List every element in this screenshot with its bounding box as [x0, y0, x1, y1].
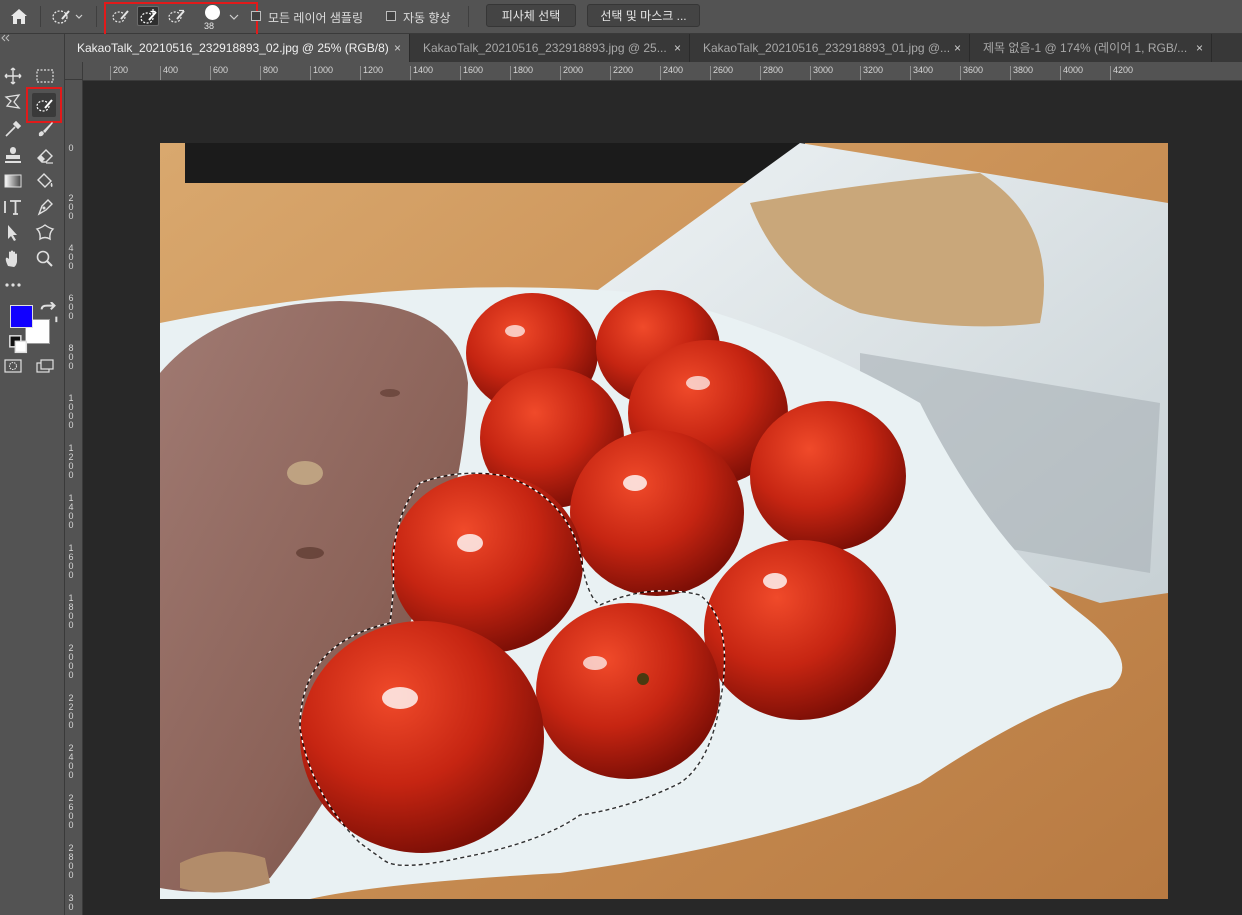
- move-tool-icon[interactable]: [2, 65, 24, 87]
- ruler-tick-label: 4000: [1060, 66, 1083, 80]
- ruler-tick-label: 4200: [1110, 66, 1133, 80]
- ruler-tick-label: 1200: [68, 443, 74, 480]
- tools-panel: [0, 34, 65, 915]
- quick-mask-icon[interactable]: [2, 355, 24, 377]
- tab-label: 제목 없음-1 @ 174% (레이어 1, RGB/...: [983, 41, 1188, 55]
- ruler-tick-label: 1600: [68, 543, 74, 580]
- gradient-tool-icon[interactable]: [2, 170, 24, 192]
- ruler-tick-label: 1400: [68, 493, 74, 530]
- annotation-highlight-box: [104, 2, 258, 37]
- ruler-tick-label: 1600: [460, 66, 483, 80]
- clone-stamp-tool-icon[interactable]: [2, 144, 24, 166]
- document-image[interactable]: [160, 143, 1168, 899]
- tab-label: KakaoTalk_20210516_232918893_02.jpg @ 25…: [77, 41, 389, 55]
- photo-content: [160, 143, 1168, 899]
- ruler-tick-label: 1000: [310, 66, 333, 80]
- brush-tool-icon[interactable]: [34, 118, 56, 140]
- hand-tool-icon[interactable]: [2, 248, 24, 270]
- ruler-tick-label: 3200: [860, 66, 883, 80]
- ruler-tick-label: 2600: [710, 66, 733, 80]
- horizontal-ruler[interactable]: 200 400 600 800 1000 1200 1400 1600 1800 2000 2200…: [83, 62, 1242, 81]
- ruler-tick-label: 1800: [510, 66, 533, 80]
- separator: [468, 6, 469, 27]
- separator: [96, 6, 97, 27]
- ruler-tick-label: 2400: [660, 66, 683, 80]
- ruler-tick-label: 1200: [360, 66, 383, 80]
- collapse-toolbar-icon[interactable]: [0, 34, 64, 44]
- ruler-tick-label: 2200: [610, 66, 633, 80]
- tab-label: KakaoTalk_20210516_232918893.jpg @ 25...: [423, 41, 667, 55]
- ruler-tick-label: 3400: [910, 66, 933, 80]
- screen-mode-icon[interactable]: [34, 355, 56, 377]
- vertical-ruler[interactable]: 0 200 400 600 800 1000 1200 1400 1600 1800 2000 220…: [65, 80, 83, 915]
- ruler-tick-label: 2800: [68, 843, 74, 880]
- ruler-tick-label: 1000: [68, 393, 74, 430]
- options-bar: 38 모든 레이어 샘플링 자동 향상 피사체 선택 선택 및 마스크 ...: [0, 0, 1242, 37]
- tab-label: KakaoTalk_20210516_232918893_01.jpg @...: [703, 41, 951, 55]
- ruler-tick-label: 400: [160, 66, 178, 80]
- foreground-color-swatch[interactable]: [10, 305, 33, 328]
- home-icon[interactable]: [8, 6, 30, 28]
- more-tools-icon[interactable]: [2, 274, 24, 296]
- ruler-tick-label: 1400: [410, 66, 433, 80]
- ruler-tick-label: 2400: [68, 743, 74, 780]
- eyedropper-tool-icon[interactable]: [2, 118, 24, 140]
- select-and-mask-button[interactable]: 선택 및 마스크 ...: [587, 4, 700, 27]
- sample-all-layers-label: 모든 레이어 샘플링: [268, 11, 363, 25]
- ruler-tick-label: 1800: [68, 593, 74, 630]
- tool-preset-picker[interactable]: [50, 7, 88, 27]
- ruler-tick-label: 0: [68, 143, 74, 153]
- separator: [40, 6, 41, 27]
- ruler-tick-label: 2200: [68, 693, 74, 730]
- auto-enhance-checkbox[interactable]: [386, 11, 396, 21]
- auto-enhance-label: 자동 향상: [403, 11, 451, 25]
- ruler-tick-label: 800: [260, 66, 278, 80]
- ruler-tick-label: 800: [68, 343, 74, 371]
- ruler-tick-label: 600: [68, 293, 74, 321]
- ruler-tick-label: 2000: [68, 643, 74, 680]
- select-subject-button[interactable]: 피사체 선택: [486, 4, 576, 27]
- tab-document-3[interactable]: KakaoTalk_20210516_232918893_01.jpg @...…: [691, 34, 970, 62]
- swap-colors-icon[interactable]: [38, 301, 58, 323]
- close-tab-icon[interactable]: ×: [394, 34, 401, 62]
- ruler-tick-label: 3800: [1010, 66, 1033, 80]
- rect-marquee-tool-icon[interactable]: [34, 65, 56, 87]
- document-tabs: KakaoTalk_20210516_232918893_02.jpg @ 25…: [65, 34, 1242, 62]
- pen-tool-icon[interactable]: [34, 196, 56, 218]
- tab-document-2[interactable]: KakaoTalk_20210516_232918893.jpg @ 25...…: [411, 34, 690, 62]
- ruler-tick-label: 600: [210, 66, 228, 80]
- ruler-tick-label: 200: [110, 66, 128, 80]
- default-colors-icon[interactable]: [8, 334, 28, 354]
- zoom-tool-icon[interactable]: [34, 248, 56, 270]
- ruler-tick-label: 2000: [560, 66, 583, 80]
- ruler-tick-label: 2800: [760, 66, 783, 80]
- close-tab-icon[interactable]: ×: [954, 34, 961, 62]
- tab-document-4[interactable]: 제목 없음-1 @ 174% (레이어 1, RGB/... ×: [971, 34, 1212, 62]
- ruler-tick-label: 200: [68, 193, 74, 221]
- black-object: [185, 143, 805, 183]
- sample-all-layers-checkbox[interactable]: [251, 11, 261, 21]
- paint-bucket-tool-icon[interactable]: [34, 170, 56, 192]
- ruler-tick-label: 30: [68, 893, 74, 912]
- ruler-tick-label: 3600: [960, 66, 983, 80]
- path-selection-tool-icon[interactable]: [2, 222, 24, 244]
- lasso-tool-icon[interactable]: [2, 91, 24, 113]
- ruler-origin[interactable]: [65, 62, 83, 80]
- custom-shape-tool-icon[interactable]: [34, 222, 56, 244]
- ruler-tick-label: 400: [68, 243, 74, 271]
- eraser-tool-icon[interactable]: [34, 144, 56, 166]
- ruler-tick-label: 2600: [68, 793, 74, 830]
- type-tool-icon[interactable]: [2, 196, 24, 218]
- close-tab-icon[interactable]: ×: [674, 34, 681, 62]
- tab-document-1[interactable]: KakaoTalk_20210516_232918893_02.jpg @ 25…: [65, 34, 410, 62]
- close-tab-icon[interactable]: ×: [1196, 34, 1203, 62]
- ruler-tick-label: 3000: [810, 66, 833, 80]
- object-select-tool-icon[interactable]: [34, 94, 56, 116]
